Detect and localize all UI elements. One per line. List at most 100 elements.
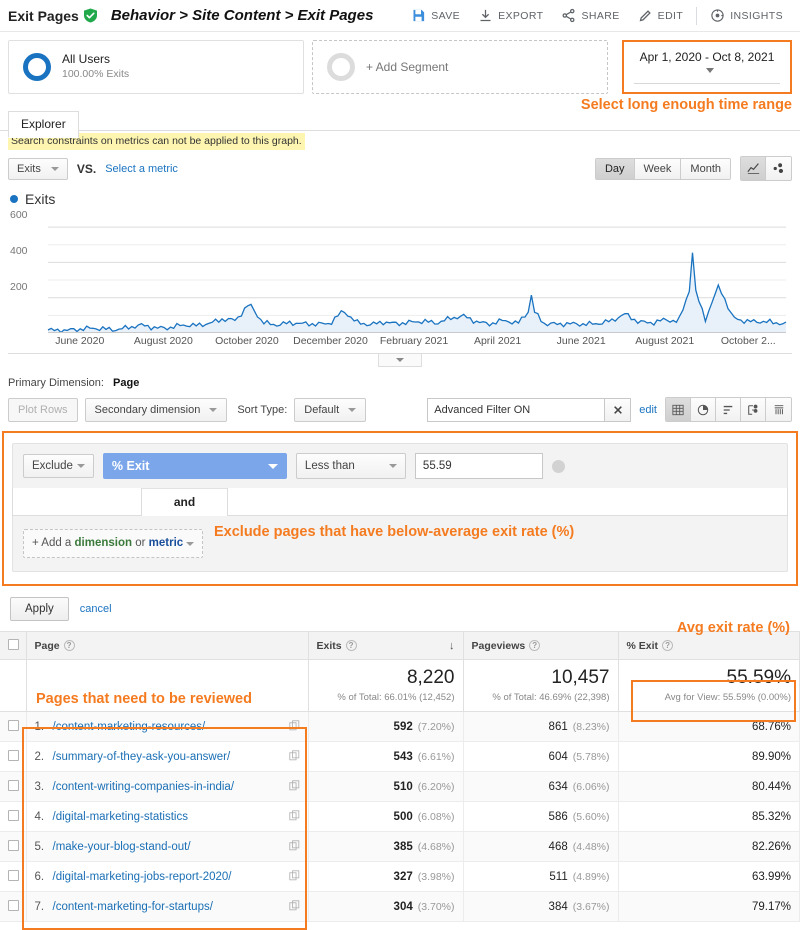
open-in-new-icon[interactable] <box>288 899 300 914</box>
row-page-link[interactable]: /content-writing-companies-in-india/ <box>53 781 235 793</box>
annotation-exclude: Exclude pages that have below-average ex… <box>214 524 575 540</box>
add-dimension-or-metric-dropdown[interactable]: + Add a dimension or metric <box>23 528 203 559</box>
help-icon[interactable]: ? <box>63 639 75 651</box>
bar-view-icon[interactable] <box>716 398 741 422</box>
row-checkbox[interactable] <box>8 749 19 761</box>
filter-field-chip[interactable]: % Exit <box>102 453 287 480</box>
row-exits-cell: 510 (6.20%) <box>308 771 464 803</box>
pie-view-icon[interactable] <box>691 398 716 422</box>
filter-operator-dropdown[interactable]: Less than <box>295 453 406 480</box>
secondary-dimension-dropdown[interactable]: Secondary dimension <box>84 397 228 422</box>
row-pageviews-cell: 586 (5.60%) <box>463 801 619 833</box>
sort-type-dropdown[interactable]: Default <box>294 397 367 422</box>
row-checkbox[interactable] <box>8 869 19 881</box>
and-label: and <box>173 495 196 510</box>
select-a-metric-link[interactable]: Select a metric <box>105 163 178 175</box>
insights-button[interactable]: INSIGHTS <box>701 1 792 31</box>
add-segment-button[interactable]: + Add Segment <box>312 40 608 94</box>
advanced-filter-panel: Exclude % Exit Less than 55.59 and + Add… <box>2 431 798 587</box>
row-checkbox[interactable] <box>8 779 19 791</box>
chevron-down-icon <box>396 358 404 363</box>
open-in-new-icon[interactable] <box>288 809 300 824</box>
row-exits-value: 304 <box>393 900 413 913</box>
granularity-day[interactable]: Day <box>595 158 635 179</box>
row-page-cell: 7. /content-marketing-for-startups/ <box>26 891 309 923</box>
row-checkbox[interactable] <box>8 809 19 821</box>
select-all-checkbox[interactable] <box>8 638 19 650</box>
chart-legend: Exits <box>0 181 800 209</box>
help-icon[interactable]: ? <box>662 639 674 651</box>
x-tick: October 2020 <box>215 335 279 348</box>
column-header-page[interactable]: Page? <box>26 631 309 661</box>
performance-view-icon[interactable] <box>766 398 791 422</box>
row-checkbox[interactable] <box>8 899 19 911</box>
secondary-dimension-label: Secondary dimension <box>94 403 201 416</box>
line-chart-icon[interactable] <box>741 157 766 181</box>
open-in-new-icon[interactable] <box>288 839 300 854</box>
metric-dropdown[interactable]: Exits <box>8 157 68 180</box>
row-page-link[interactable]: /summary-of-they-ask-you-answer/ <box>53 751 231 763</box>
row-page-link[interactable]: /content-marketing-resources/ <box>53 721 206 733</box>
help-icon[interactable]: ? <box>529 639 541 651</box>
apply-button[interactable]: Apply <box>10 597 69 622</box>
page-title: Exit Pages <box>8 7 79 24</box>
table-filter-input[interactable]: Advanced Filter ON <box>427 397 606 422</box>
plot-rows-button[interactable]: Plot Rows <box>8 397 78 422</box>
row-select-cell <box>0 771 27 803</box>
table-view-group <box>665 397 792 423</box>
row-page-link[interactable]: /digital-marketing-statistics <box>53 811 188 823</box>
row-checkbox[interactable] <box>8 839 19 851</box>
motion-chart-icon[interactable] <box>766 157 791 181</box>
row-index: 3. <box>34 780 45 793</box>
row-pageviews-value: 634 <box>548 780 568 793</box>
cancel-link[interactable]: cancel <box>80 603 112 615</box>
granularity-week[interactable]: Week <box>634 158 682 179</box>
granularity-month[interactable]: Month <box>681 158 730 179</box>
row-pageviews-pct: (5.78%) <box>572 750 610 763</box>
annotation-pages-review: Pages that need to be reviewed <box>36 691 252 707</box>
segment-donut-icon <box>23 53 51 81</box>
open-in-new-icon[interactable] <box>288 719 300 734</box>
x-tick: February 2021 <box>379 335 449 348</box>
chevron-down-icon <box>388 464 397 469</box>
help-icon[interactable]: ? <box>345 639 357 651</box>
open-in-new-icon[interactable] <box>288 869 300 884</box>
summary-pct-exit-value: 55.59% <box>726 667 791 689</box>
row-checkbox[interactable] <box>8 719 19 731</box>
row-exits-pct: (6.61%) <box>417 750 455 763</box>
row-page-link[interactable]: /digital-marketing-jobs-report-2020/ <box>53 871 232 883</box>
edit-filter-link[interactable]: edit <box>639 404 657 416</box>
include-exclude-dropdown[interactable]: Exclude <box>23 454 94 479</box>
row-pct-exit-cell: 79.17% <box>618 891 800 923</box>
row-page-link[interactable]: /make-your-blog-stand-out/ <box>53 841 191 853</box>
pivot-view-icon[interactable] <box>741 398 766 422</box>
open-in-new-icon[interactable] <box>288 779 300 794</box>
primary-dimension-label: Primary Dimension: <box>8 377 104 390</box>
row-exits-cell: 500 (6.08%) <box>308 801 464 833</box>
tab-explorer[interactable]: Explorer <box>8 111 79 138</box>
row-page-link[interactable]: /content-marketing-for-startups/ <box>53 901 213 913</box>
add-dimension-word: dimension <box>74 536 133 549</box>
table-view-icon[interactable] <box>666 398 691 422</box>
segment-all-users[interactable]: All Users 100.00% Exits <box>8 40 304 94</box>
x-tick: August 2021 <box>635 335 695 348</box>
clear-filter-button[interactable] <box>605 397 632 422</box>
column-label-pageviews: Pageviews <box>471 639 526 652</box>
divider <box>696 6 698 25</box>
edit-button[interactable]: EDIT <box>629 1 693 31</box>
remove-condition-icon[interactable] <box>551 459 565 473</box>
save-button[interactable]: SAVE <box>402 1 469 31</box>
export-button[interactable]: EXPORT <box>469 1 552 31</box>
insights-icon <box>710 8 725 23</box>
primary-dimension-page[interactable]: Page <box>113 377 139 389</box>
row-pct-exit-cell: 68.76% <box>618 711 800 743</box>
chart-expander-button[interactable] <box>378 354 422 368</box>
column-header-pageviews[interactable]: Pageviews? <box>463 631 619 661</box>
date-range-picker[interactable]: Apr 1, 2020 - Oct 8, 2021 <box>622 40 792 94</box>
open-in-new-icon[interactable] <box>288 749 300 764</box>
column-header-exits[interactable]: Exits? ↓ <box>308 631 464 661</box>
table-row: 1. /content-marketing-resources/592 (7.20%… <box>0 711 800 743</box>
share-button[interactable]: SHARE <box>552 1 628 31</box>
row-page-cell: 2. /summary-of-they-ask-you-answer/ <box>26 741 309 773</box>
filter-value-input[interactable]: 55.59 <box>414 453 543 480</box>
